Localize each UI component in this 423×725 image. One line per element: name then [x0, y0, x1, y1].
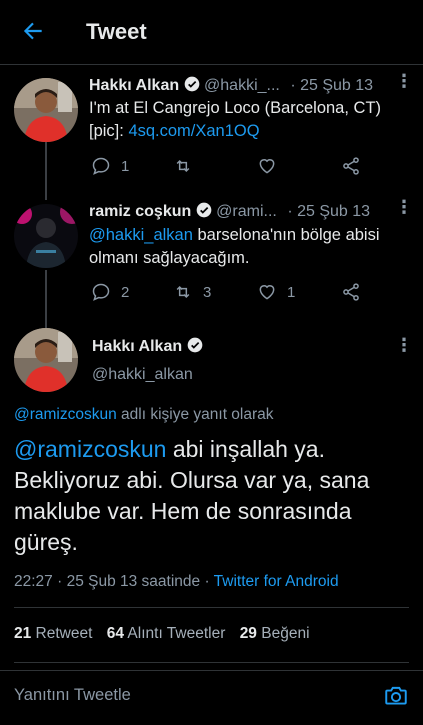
more-vertical-icon: ⋮ — [395, 335, 413, 355]
quotes-stat[interactable]: 64 Alıntı Tweetler — [107, 625, 226, 642]
tweet-line: abi inşallah ya. — [166, 436, 325, 462]
like-button[interactable] — [257, 156, 287, 176]
tweet-line: Bekliyoruz abi. Olursa var ya, sana — [14, 467, 370, 493]
reply-count: 1 — [121, 157, 130, 175]
reply-context: @ramizcoskun adlı kişiye yanıt olarak — [14, 406, 274, 424]
avatar-image — [14, 328, 78, 392]
retweet-count: 3 — [203, 283, 212, 301]
tweet-date: · 25 Şub 13 saatinde · — [52, 573, 214, 590]
avatar[interactable] — [14, 78, 78, 142]
retweet-icon — [176, 159, 190, 173]
likes-label: Beğeni — [256, 625, 310, 642]
reply-button[interactable]: 2 — [91, 282, 129, 302]
like-button[interactable]: 1 — [257, 282, 295, 302]
thread-line — [45, 270, 47, 328]
page-title: Tweet — [86, 19, 147, 44]
retweets-stat[interactable]: 21 Retweet — [14, 625, 92, 642]
author-handle: @hakki_alkan — [92, 366, 193, 383]
divider — [14, 607, 409, 608]
tweet-time: 22:27 — [14, 573, 53, 590]
tweet-meta: 22:27 · 25 Şub 13 saatinde · Twitter for… — [14, 573, 339, 591]
quotes-label: Alıntı Tweetler — [123, 625, 226, 642]
tweet-link[interactable]: 4sq.com/Xan1OQ — [128, 122, 259, 140]
avatar-image — [14, 204, 78, 268]
verified-badge-icon — [196, 202, 212, 218]
retweet-button[interactable] — [173, 156, 203, 176]
tweet-header: Hakkı Alkan @hakki_... · 25 Şub 13 — [89, 76, 389, 95]
mention-link[interactable]: @hakki_alkan — [89, 226, 193, 244]
retweet-icon — [176, 285, 190, 299]
back-button[interactable] — [20, 18, 46, 44]
author-handle: @rami... — [216, 203, 277, 220]
retweets-count: 21 — [14, 625, 32, 642]
retweets-label: Retweet — [31, 625, 93, 642]
tweet-date: · 25 Şub 13 — [290, 77, 374, 94]
share-button[interactable] — [341, 282, 371, 302]
share-icon — [343, 283, 359, 301]
author-name[interactable]: ramiz coşkun — [89, 203, 191, 220]
tweet-text: I'm at El Cangrejo Loco (Barcelona, CT) … — [89, 97, 409, 143]
divider — [14, 662, 409, 663]
more-vertical-icon: ⋮ — [395, 71, 413, 91]
share-icon — [343, 157, 359, 175]
main-tweet-text: @ramizcoskun abi inşallah ya. Bekliyoruz… — [14, 434, 414, 558]
more-button[interactable]: ⋮ — [395, 336, 413, 354]
mention-link[interactable]: @ramizcoskun — [14, 406, 117, 423]
verified-badge-icon — [187, 337, 202, 353]
author-handle: @hakki_... — [204, 77, 280, 94]
author-name[interactable]: Hakkı Alkan — [92, 338, 182, 355]
verified-badge-icon — [184, 76, 199, 92]
tweet-source[interactable]: Twitter for Android — [214, 573, 339, 590]
tweet-line: güreş. — [14, 529, 78, 555]
more-button[interactable]: ⋮ — [395, 72, 413, 90]
thread-line — [45, 142, 47, 200]
reply-button[interactable]: 1 — [91, 156, 129, 176]
mention-link[interactable]: @ramizcoskun — [14, 436, 166, 462]
tweet-text: @hakki_alkan barselona'nın bölge abisi o… — [89, 224, 409, 270]
tweet-line: olmanı sağlayacağım. — [89, 249, 250, 267]
more-vertical-icon: ⋮ — [395, 197, 413, 217]
tweet-line: barselona'nın bölge abisi — [192, 226, 380, 244]
retweet-button[interactable]: 3 — [173, 282, 211, 302]
camera-icon — [385, 686, 407, 705]
reply-context-text: adlı kişiye yanıt olarak — [116, 406, 274, 423]
avatar[interactable] — [14, 204, 78, 268]
main-author: Hakkı Alkan — [92, 337, 203, 356]
likes-stat[interactable]: 29 Beğeni — [240, 625, 310, 642]
likes-count: 29 — [239, 625, 257, 642]
heart-icon — [259, 285, 275, 300]
arrow-left-icon — [23, 22, 42, 40]
tweet-header: ramiz coşkun @rami... · 25 Şub 13 — [89, 202, 389, 221]
heart-icon — [259, 159, 275, 174]
author-name[interactable]: Hakkı Alkan — [89, 77, 179, 94]
reply-input[interactable]: Yanıtını Tweetle — [14, 686, 131, 705]
reply-icon — [92, 157, 110, 175]
tweet-line: I'm at El Cangrejo Loco (Barcelona, CT) — [89, 99, 382, 117]
tweet-line: maklube var. Hem de sonrasında — [14, 498, 352, 524]
tweet-date: · 25 Şub 13 — [287, 203, 371, 220]
reply-composer: Yanıtını Tweetle — [0, 670, 423, 725]
share-button[interactable] — [341, 156, 371, 176]
top-bar: Tweet — [0, 0, 423, 65]
more-button[interactable]: ⋮ — [395, 198, 413, 216]
avatar-image — [14, 78, 78, 142]
tweet-stats: 21 Retweet 64 Alıntı Tweetler 29 Beğeni — [14, 625, 310, 643]
tweet-line: [pic]: — [89, 122, 129, 140]
reply-count: 2 — [121, 283, 130, 301]
like-count: 1 — [287, 283, 296, 301]
reply-icon — [92, 283, 110, 301]
camera-button[interactable] — [383, 683, 409, 709]
avatar[interactable] — [14, 328, 78, 392]
quotes-count: 64 — [106, 625, 124, 642]
